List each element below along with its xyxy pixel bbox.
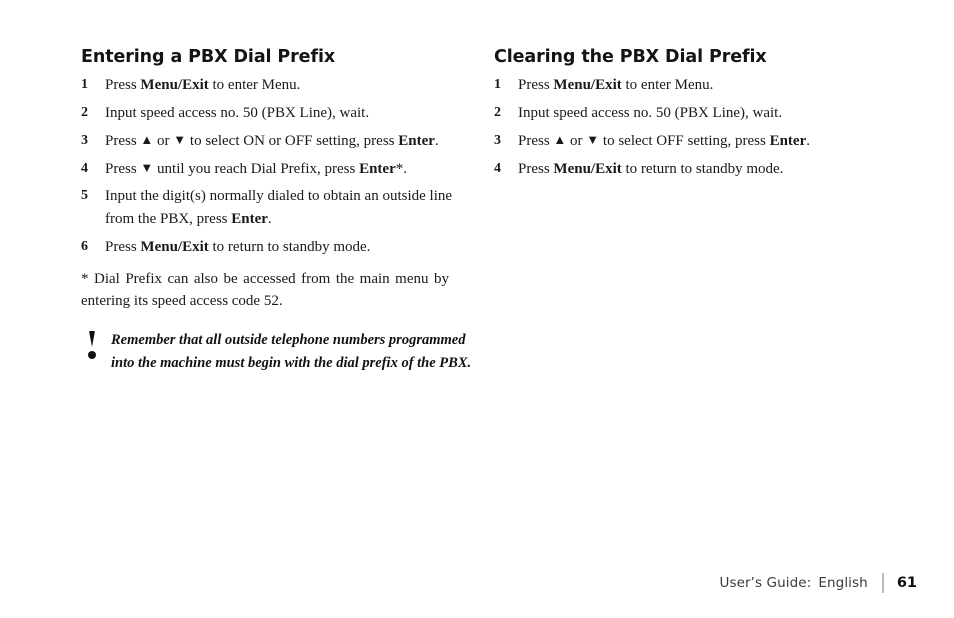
step-text: Press Menu/Exit to return to standby mod… (105, 236, 473, 259)
page-footer: User’s Guide: English 61 (719, 573, 917, 593)
step-text-run: Input speed access no. 50 (PBX Line), wa… (105, 105, 370, 122)
step-item: 4 Press Menu/Exit to return to standby mo… (494, 158, 886, 181)
key-term: Menu/Exit (553, 77, 622, 94)
step-text-run: or (153, 132, 174, 149)
step-text-run: to return to standby mode. (621, 160, 784, 177)
key-term: Enter (769, 132, 807, 149)
arrow-down-icon: ▼ (586, 132, 600, 148)
step-item: 3 Press ▲ or ▼ to select OFF setting, pre… (494, 130, 886, 153)
step-text-run: . (806, 132, 810, 149)
step-item: 6 Press Menu/Exit to return to standby mo… (81, 236, 473, 259)
step-number: 1 (494, 77, 501, 93)
arrow-up-icon: ▲ (140, 132, 154, 148)
step-text-run: Press (518, 132, 554, 149)
step-item: 1 Press Menu/Exit to enter Menu. (494, 74, 886, 97)
step-text: Press Menu/Exit to return to standby mod… (518, 158, 886, 181)
step-text-run: Press (105, 160, 141, 177)
arrow-down-icon: ▼ (140, 160, 154, 176)
page-title-left: Entering a PBX Dial Prefix (81, 47, 336, 67)
step-item: 4 Press ▼ until you reach Dial Prefix, pr… (81, 158, 473, 181)
step-text-run: to enter Menu. (621, 77, 714, 94)
step-text-run: to select OFF setting, press (599, 132, 770, 149)
step-text-run: to return to standby mode. (208, 239, 371, 256)
step-text-run: *. (395, 160, 407, 177)
steps-list-right: 1 Press Menu/Exit to enter Menu. 2 Input sp… (494, 74, 886, 180)
key-term: Enter (398, 132, 435, 149)
key-term: Menu/Exit (140, 77, 209, 94)
steps-list-left: 1 Press Menu/Exit to enter Menu. 2 Input sp… (81, 74, 473, 259)
arrow-down-icon: ▼ (173, 132, 187, 148)
page-number: 61 (896, 575, 917, 591)
step-text-run: Press (518, 160, 554, 177)
step-number: 3 (494, 132, 501, 148)
step-item: 5 Input the digit(s) normally dialed to o… (81, 185, 473, 231)
step-item: 2 Input speed access no. 50 (PBX Line), w… (81, 102, 473, 125)
step-text: Press ▼ until you reach Dial Prefix, pre… (105, 158, 473, 181)
step-text: Press ▲ or ▼ to select OFF setting, pres… (518, 130, 886, 153)
warning-note: Remember that all outside telephone numb… (81, 329, 473, 375)
footer-divider (881, 573, 884, 593)
step-text-run: . (434, 132, 439, 149)
step-number: 4 (81, 160, 88, 176)
step-text-run: until you reach Dial Prefix, press (153, 160, 360, 177)
step-text-run: Press (105, 239, 141, 256)
step-text: Input speed access no. 50 (PBX Line), wa… (518, 102, 886, 125)
step-text-run: Press (105, 132, 141, 149)
step-number: 6 (81, 239, 88, 255)
key-term: Menu/Exit (553, 160, 622, 177)
footer-guide-label: User’s Guide: (719, 575, 812, 591)
step-number: 2 (81, 105, 88, 121)
footnote-dial-prefix: * Dial Prefix can also be accessed from … (81, 270, 449, 310)
step-text-run: Press (105, 77, 141, 94)
footer-language: English (818, 575, 868, 591)
step-text: Input speed access no. 50 (PBX Line), wa… (105, 102, 473, 125)
step-text-run: Input the digit(s) normally dialed to ob… (105, 188, 453, 228)
exclamation-icon (86, 330, 100, 365)
step-number: 1 (81, 77, 88, 93)
step-text-run: Press (518, 77, 554, 94)
step-item: 1 Press Menu/Exit to enter Menu. (81, 74, 473, 97)
key-term: Enter (359, 160, 396, 177)
step-item: 3 Press ▲ or ▼ to select ON or OFF settin… (81, 130, 473, 153)
key-term: Enter (231, 211, 268, 228)
step-text-run: to select ON or OFF setting, press (186, 132, 399, 149)
step-text: Press Menu/Exit to enter Menu. (518, 74, 886, 97)
step-text-run: Input speed access no. 50 (PBX Line), wa… (518, 105, 783, 122)
step-text: Input the digit(s) normally dialed to ob… (105, 185, 473, 231)
step-text-run: . (267, 211, 272, 228)
step-number: 4 (494, 160, 501, 176)
step-text: Press ▲ or ▼ to select ON or OFF setting… (105, 130, 473, 153)
step-text-run: or (566, 132, 587, 149)
step-number: 3 (81, 132, 88, 148)
step-text: Press Menu/Exit to enter Menu. (105, 74, 473, 97)
key-term: Menu/Exit (140, 239, 209, 256)
document-page: Entering a PBX Dial Prefix 1 Press Menu/E… (0, 0, 954, 618)
step-number: 2 (494, 105, 501, 121)
step-number: 5 (81, 188, 88, 204)
warning-note-text: Remember that all outside telephone numb… (111, 331, 472, 371)
arrow-up-icon: ▲ (553, 132, 567, 148)
page-title-right: Clearing the PBX Dial Prefix (494, 47, 767, 67)
right-column: Clearing the PBX Dial Prefix 1 Press Menu… (494, 47, 886, 185)
step-item: 2 Input speed access no. 50 (PBX Line), w… (494, 102, 886, 125)
step-text-run: to enter Menu. (208, 77, 301, 94)
left-column: Entering a PBX Dial Prefix 1 Press Menu/E… (81, 47, 473, 375)
